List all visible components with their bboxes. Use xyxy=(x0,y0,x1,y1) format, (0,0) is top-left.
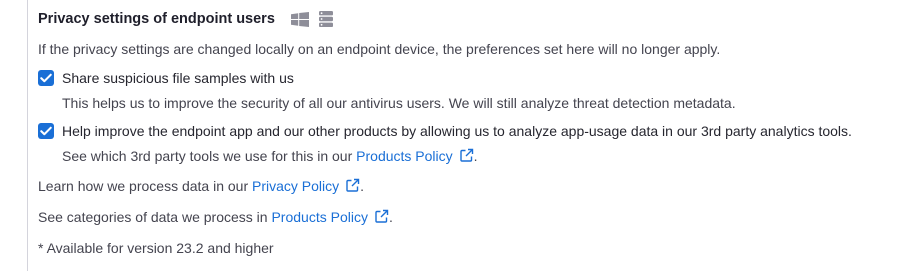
check-icon xyxy=(40,73,52,83)
section-header: Privacy settings of endpoint users xyxy=(38,11,333,27)
share-samples-desc: This helps us to improve the security of… xyxy=(62,95,736,111)
option-usage-analytics: Help improve the endpoint app and our ot… xyxy=(38,123,852,167)
usage-analytics-label: Help improve the endpoint app and our ot… xyxy=(62,123,852,139)
usage-analytics-desc-prefix: See which 3rd party tools we use for thi… xyxy=(62,148,357,164)
usage-analytics-checkbox[interactable] xyxy=(38,123,54,139)
categories-products-policy-link[interactable]: Products Policy xyxy=(271,209,367,225)
option-share-samples: Share suspicious file samples with us Th… xyxy=(38,70,736,112)
share-samples-checkbox[interactable] xyxy=(38,70,54,86)
section-title: Privacy settings of endpoint users xyxy=(38,11,275,27)
privacy-settings-panel: Privacy settings of endpoint users If th… xyxy=(27,0,902,271)
os-icons xyxy=(290,11,333,27)
privacy-line-suffix: . xyxy=(360,178,365,194)
external-link-icon[interactable] xyxy=(459,148,474,167)
windows-icon xyxy=(290,11,309,27)
categories-line: See categories of data we process in Pro… xyxy=(38,209,393,227)
version-footnote: * Available for version 23.2 and higher xyxy=(38,240,274,256)
categories-line-prefix: See categories of data we process in xyxy=(38,209,272,225)
external-link-icon[interactable] xyxy=(345,178,360,196)
intro-text: If the privacy settings are changed loca… xyxy=(38,41,721,57)
usage-analytics-desc: See which 3rd party tools we use for thi… xyxy=(62,148,852,167)
privacy-line-prefix: Learn how we process data in our xyxy=(38,178,253,194)
privacy-policy-link[interactable]: Privacy Policy xyxy=(252,178,339,194)
check-icon xyxy=(40,126,52,136)
external-link-icon[interactable] xyxy=(374,209,389,227)
share-samples-label: Share suspicious file samples with us xyxy=(62,70,294,86)
categories-line-suffix: . xyxy=(388,209,393,225)
usage-analytics-desc-suffix: . xyxy=(473,148,478,164)
privacy-policy-line: Learn how we process data in our Privacy… xyxy=(38,178,364,196)
products-policy-link[interactable]: Products Policy xyxy=(356,148,452,164)
server-icon xyxy=(318,11,333,27)
